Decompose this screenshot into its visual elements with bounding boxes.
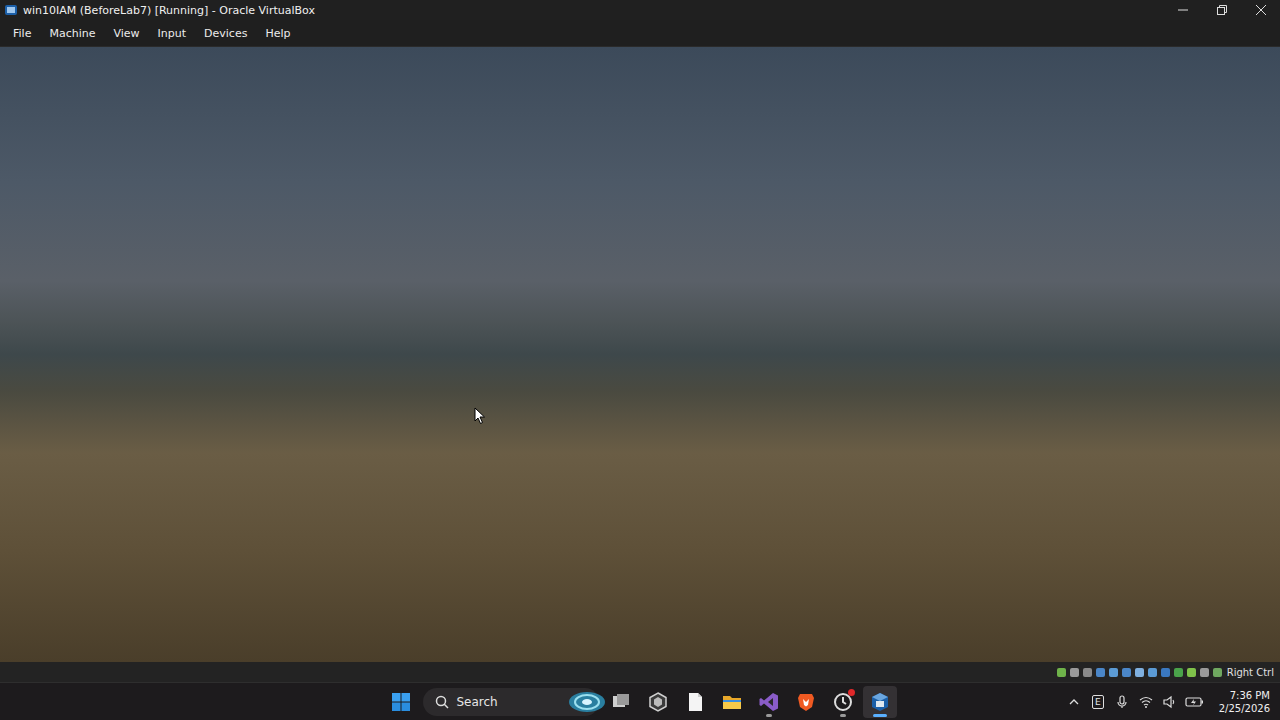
host-key-label: Right Ctrl xyxy=(1227,667,1274,678)
device-status-icon[interactable] xyxy=(1082,667,1093,678)
device-status-icon[interactable] xyxy=(1069,667,1080,678)
start-button[interactable] xyxy=(384,686,418,718)
task-view-icon xyxy=(610,691,632,713)
vm-status-bar: Right Ctrl xyxy=(0,662,1280,682)
menu-item[interactable]: Devices xyxy=(195,27,256,40)
minimize-button[interactable] xyxy=(1163,0,1202,20)
device-status-icon[interactable] xyxy=(1095,667,1106,678)
taskbar-app[interactable] xyxy=(826,686,860,718)
search-icon xyxy=(435,695,449,709)
taskbar-app[interactable] xyxy=(678,686,712,718)
mouse-cursor-icon xyxy=(474,407,486,425)
restore-button[interactable] xyxy=(1202,0,1241,20)
device-status-icon[interactable] xyxy=(1199,667,1210,678)
chevron-up-icon xyxy=(1068,696,1080,708)
device-status-icon[interactable] xyxy=(1173,667,1184,678)
tray-item[interactable] xyxy=(1185,690,1205,714)
taskbar-app[interactable] xyxy=(752,686,786,718)
tray-item[interactable] xyxy=(1065,690,1083,714)
running-indicator xyxy=(873,714,887,717)
windows-logo-icon xyxy=(391,692,411,712)
speaker-icon xyxy=(1163,695,1177,709)
menu-item[interactable]: Input xyxy=(149,27,195,40)
notification-badge xyxy=(848,689,855,696)
window-title: win10IAM (BeforeLab7) [Running] - Oracle… xyxy=(23,4,315,17)
tray-item[interactable] xyxy=(1137,690,1155,714)
menu-item[interactable]: File xyxy=(4,27,40,40)
desktop-wallpaper xyxy=(0,47,1280,662)
device-status-icon[interactable] xyxy=(1212,667,1223,678)
brave-browser-icon xyxy=(795,691,817,713)
menu-item[interactable]: Help xyxy=(256,27,299,40)
taskbar-app[interactable] xyxy=(863,686,897,718)
tray-item[interactable] xyxy=(1113,690,1131,714)
device-status-icon[interactable] xyxy=(1108,667,1119,678)
restore-icon xyxy=(1217,5,1227,15)
menu-bar: FileMachineViewInputDevicesHelp xyxy=(0,20,1280,47)
search-placeholder: Search xyxy=(457,695,559,709)
device-status-icon[interactable] xyxy=(1186,667,1197,678)
device-status-icon[interactable] xyxy=(1056,667,1067,678)
screen: win10IAM (BeforeLab7) [Running] - Oracle… xyxy=(0,0,1280,720)
battery-icon xyxy=(1185,695,1205,709)
virtualbox-icon xyxy=(4,3,18,17)
close-button[interactable] xyxy=(1241,0,1280,20)
vm-display[interactable] xyxy=(0,47,1280,662)
menu-item[interactable]: Machine xyxy=(40,27,104,40)
system-tray: E 7:36 PM 2/25/2026 xyxy=(897,689,1280,715)
visual-studio-icon xyxy=(758,691,780,713)
taskbar-app[interactable] xyxy=(604,686,638,718)
menu-item[interactable]: View xyxy=(104,27,148,40)
microphone-icon xyxy=(1115,695,1129,709)
hexagon-app-icon xyxy=(647,691,669,713)
close-icon xyxy=(1256,5,1266,15)
taskbar-app[interactable] xyxy=(715,686,749,718)
file-explorer-icon xyxy=(721,691,743,713)
title-bar: win10IAM (BeforeLab7) [Running] - Oracle… xyxy=(0,0,1280,20)
device-status-icon[interactable] xyxy=(1160,667,1171,678)
search-box[interactable]: Search xyxy=(423,688,599,716)
clock-date: 2/25/2026 xyxy=(1219,702,1270,715)
device-status-icon[interactable] xyxy=(1121,667,1132,678)
tray-item[interactable]: E xyxy=(1089,690,1107,714)
running-indicator xyxy=(766,714,772,717)
tray-item[interactable] xyxy=(1161,690,1179,714)
taskbar: Search E 7:36 PM 2/25/2026 xyxy=(0,682,1280,720)
notepad-icon xyxy=(684,691,706,713)
device-status-icon[interactable] xyxy=(1147,667,1158,678)
search-highlight-icon xyxy=(567,690,607,714)
minimize-icon xyxy=(1178,5,1188,15)
virtualbox-icon xyxy=(869,691,891,713)
clock[interactable]: 7:36 PM 2/25/2026 xyxy=(1219,689,1270,715)
device-status-icon[interactable] xyxy=(1134,667,1145,678)
input-indicator: E xyxy=(1092,695,1104,709)
taskbar-app[interactable] xyxy=(789,686,823,718)
clock-time: 7:36 PM xyxy=(1230,689,1270,702)
running-indicator xyxy=(840,714,846,717)
wifi-icon xyxy=(1139,695,1153,709)
taskbar-app[interactable] xyxy=(641,686,675,718)
